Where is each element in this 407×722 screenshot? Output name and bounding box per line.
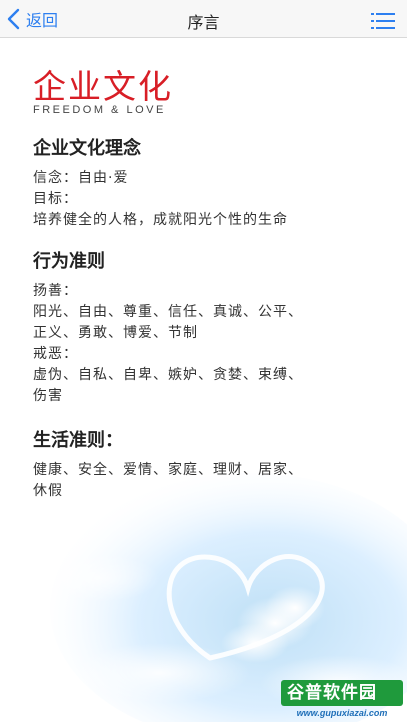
banner-subtitle: FREEDOM & LOVE xyxy=(33,104,166,116)
text-line: 信念：自由·爱 xyxy=(33,170,129,186)
section-heading: 行为准则 xyxy=(33,251,105,272)
section-heading: 生活准则： xyxy=(33,430,123,451)
site-watermark: 谷普软件园 www.gupuxiazai.com xyxy=(281,680,403,718)
banner-title: 企业文化 xyxy=(33,67,173,106)
text-line: 培养健全的人格，成就阳光个性的生命 xyxy=(33,212,288,228)
watermark-url: www.gupuxiazai.com xyxy=(296,708,388,718)
text-line: 健康、安全、爱情、家庭、理财、居家、 xyxy=(33,462,303,478)
list-menu-icon[interactable] xyxy=(371,12,395,30)
text-line: 扬善： xyxy=(33,283,78,299)
text-line: 伤害 xyxy=(33,388,63,404)
text-line: 虚伪、自私、自卑、嫉妒、贪婪、束缚、 xyxy=(33,367,303,383)
section-life-principles: 生活准则： 健康、安全、爱情、家庭、理财、居家、 休假 xyxy=(33,428,378,502)
section-culture-philosophy: 企业文化理念 信念：自由·爱 目标： 培养健全的人格，成就阳光个性的生命 xyxy=(33,136,378,231)
text-line: 目标： xyxy=(33,191,78,207)
text-line: 正义、勇敢、博爱、节制 xyxy=(33,325,198,341)
text-line: 阳光、自由、尊重、信任、真诚、公平、 xyxy=(33,304,303,320)
text-line: 戒恶： xyxy=(33,346,78,362)
culture-banner: 企业文化 FREEDOM & LOVE xyxy=(33,67,173,117)
content-area[interactable]: 企业文化 FREEDOM & LOVE 企业文化理念 信念：自由·爱 目标： 培… xyxy=(0,38,407,722)
watermark-brand: 谷普软件园 xyxy=(281,680,403,706)
text-line: 休假 xyxy=(33,483,63,499)
section-code-of-conduct: 行为准则 扬善： 阳光、自由、尊重、信任、真诚、公平、 正义、勇敢、博爱、节制 … xyxy=(33,249,378,407)
page-title: 序言 xyxy=(187,13,220,32)
nav-bar: 返回 序言 xyxy=(0,0,407,38)
section-heading: 企业文化理念 xyxy=(33,138,141,159)
